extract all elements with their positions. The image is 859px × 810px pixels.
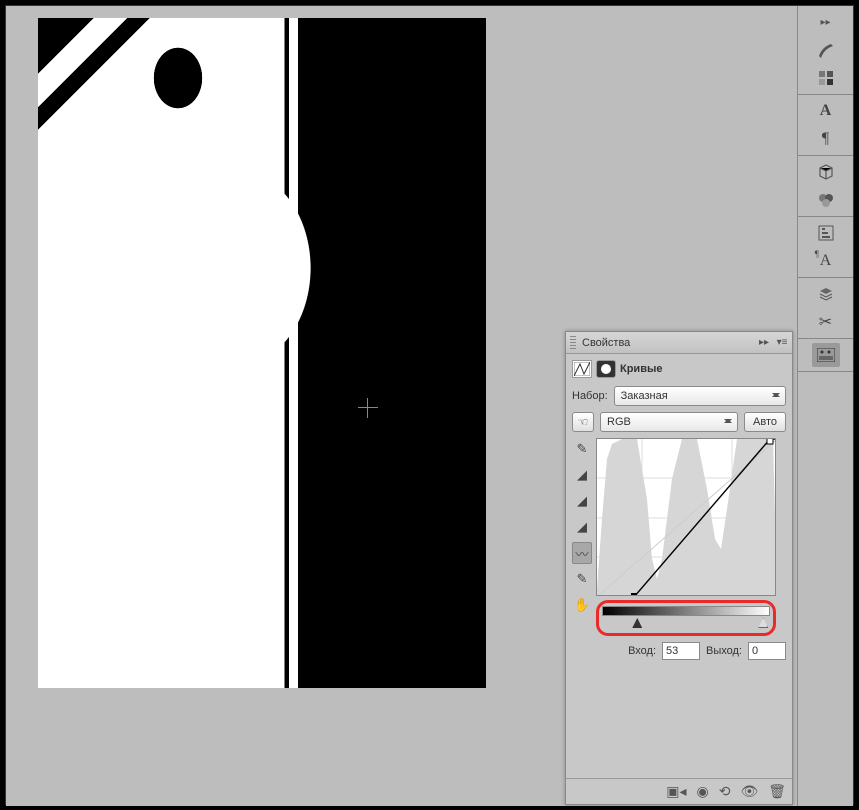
- reset-icon[interactable]: ⟲: [719, 783, 731, 800]
- toggle-visibility-icon[interactable]: 👁: [740, 783, 758, 800]
- paragraph-icon[interactable]: ¶: [812, 127, 840, 151]
- channel-row: ☜ RGB Авто: [572, 412, 786, 432]
- preset-value: Заказная: [621, 390, 668, 402]
- io-row: Вход: 53 Выход: 0: [596, 642, 786, 660]
- hand-tool-icon[interactable]: ✋: [572, 594, 592, 616]
- panel-grip[interactable]: [570, 336, 576, 350]
- panel-header[interactable]: Свойства ▸▸ ▾≡: [566, 332, 792, 354]
- panel-title-row: Кривые: [572, 360, 786, 378]
- curves-area: ✎ ◢ ◢ ◢ 〰 ✎ ✋: [572, 438, 786, 660]
- properties-panel: Свойства ▸▸ ▾≡ Кривые Набор: Заказная ☜: [565, 331, 793, 805]
- curve-edit-icon[interactable]: 〰: [572, 542, 592, 564]
- swatches-icon[interactable]: [812, 66, 840, 90]
- black-point-handle[interactable]: [632, 618, 642, 628]
- panel-body: Кривые Набор: Заказная ☜ RGB Авто ✎: [566, 354, 792, 778]
- input-gradient-bar: [602, 606, 770, 616]
- document-image: [38, 18, 486, 688]
- auto-label: Авто: [753, 416, 777, 428]
- panel-menu-icon[interactable]: ▾≡: [774, 334, 790, 350]
- tools-scissors-icon[interactable]: ✂: [812, 310, 840, 334]
- image-content: [38, 18, 486, 688]
- app-frame: ▸▸ A ¶ ¶A: [5, 5, 854, 805]
- preset-select[interactable]: Заказная: [614, 386, 786, 406]
- clip-to-layer-icon[interactable]: ▣◂: [666, 783, 686, 800]
- styles-A-icon[interactable]: ¶A: [812, 249, 840, 273]
- curve-pencil-icon[interactable]: ✎: [572, 568, 592, 590]
- eyedropper-sample-icon[interactable]: ✎: [572, 438, 592, 460]
- white-point-handle[interactable]: [758, 618, 768, 628]
- output-label: Выход:: [706, 645, 742, 657]
- output-value-field[interactable]: 0: [748, 642, 786, 660]
- dock-menu[interactable]: ▸▸: [812, 10, 840, 34]
- adjustments-icon[interactable]: [812, 221, 840, 245]
- properties-icon[interactable]: [812, 343, 840, 367]
- panel-collapse-icon[interactable]: ▸▸: [756, 334, 772, 350]
- input-label: Вход:: [628, 645, 656, 657]
- eyedropper-black-icon[interactable]: ◢: [572, 464, 592, 486]
- delete-adjustment-icon[interactable]: 🗑: [768, 783, 786, 800]
- panel-footer: ▣◂ ◉ ⟲ 👁 🗑: [566, 778, 792, 804]
- right-dock: ▸▸ A ¶ ¶A: [797, 6, 853, 806]
- targeted-adjust-tool[interactable]: ☜: [572, 412, 594, 432]
- character-A-icon[interactable]: A: [812, 99, 840, 123]
- curves-tool-column: ✎ ◢ ◢ ◢ 〰 ✎ ✋: [572, 438, 592, 660]
- eyedropper-white-icon[interactable]: ◢: [572, 516, 592, 538]
- sample-crosshair: [358, 398, 378, 418]
- input-slider-highlight: [596, 600, 776, 636]
- preset-row: Набор: Заказная: [572, 386, 786, 406]
- input-value-field[interactable]: 53: [662, 642, 700, 660]
- cube-3d-icon[interactable]: [812, 160, 840, 184]
- curves-graph-wrap: Вход: 53 Выход: 0: [596, 438, 786, 660]
- panel-tab-label: Свойства: [582, 337, 630, 349]
- view-previous-icon[interactable]: ◉: [696, 783, 708, 800]
- auto-button[interactable]: Авто: [744, 412, 786, 432]
- curves-type-icon: [572, 360, 592, 378]
- curves-graph[interactable]: [596, 438, 776, 596]
- layer-mask-icon: [596, 360, 616, 378]
- input-slider-track[interactable]: [602, 618, 770, 630]
- eyedropper-gray-icon[interactable]: ◢: [572, 490, 592, 512]
- preset-label: Набор:: [572, 390, 608, 402]
- brush-icon[interactable]: [812, 38, 840, 62]
- channel-value: RGB: [607, 416, 631, 428]
- channel-select[interactable]: RGB: [600, 412, 738, 432]
- materials-icon[interactable]: [812, 188, 840, 212]
- layers-icon[interactable]: [812, 282, 840, 306]
- panel-title: Кривые: [620, 363, 662, 375]
